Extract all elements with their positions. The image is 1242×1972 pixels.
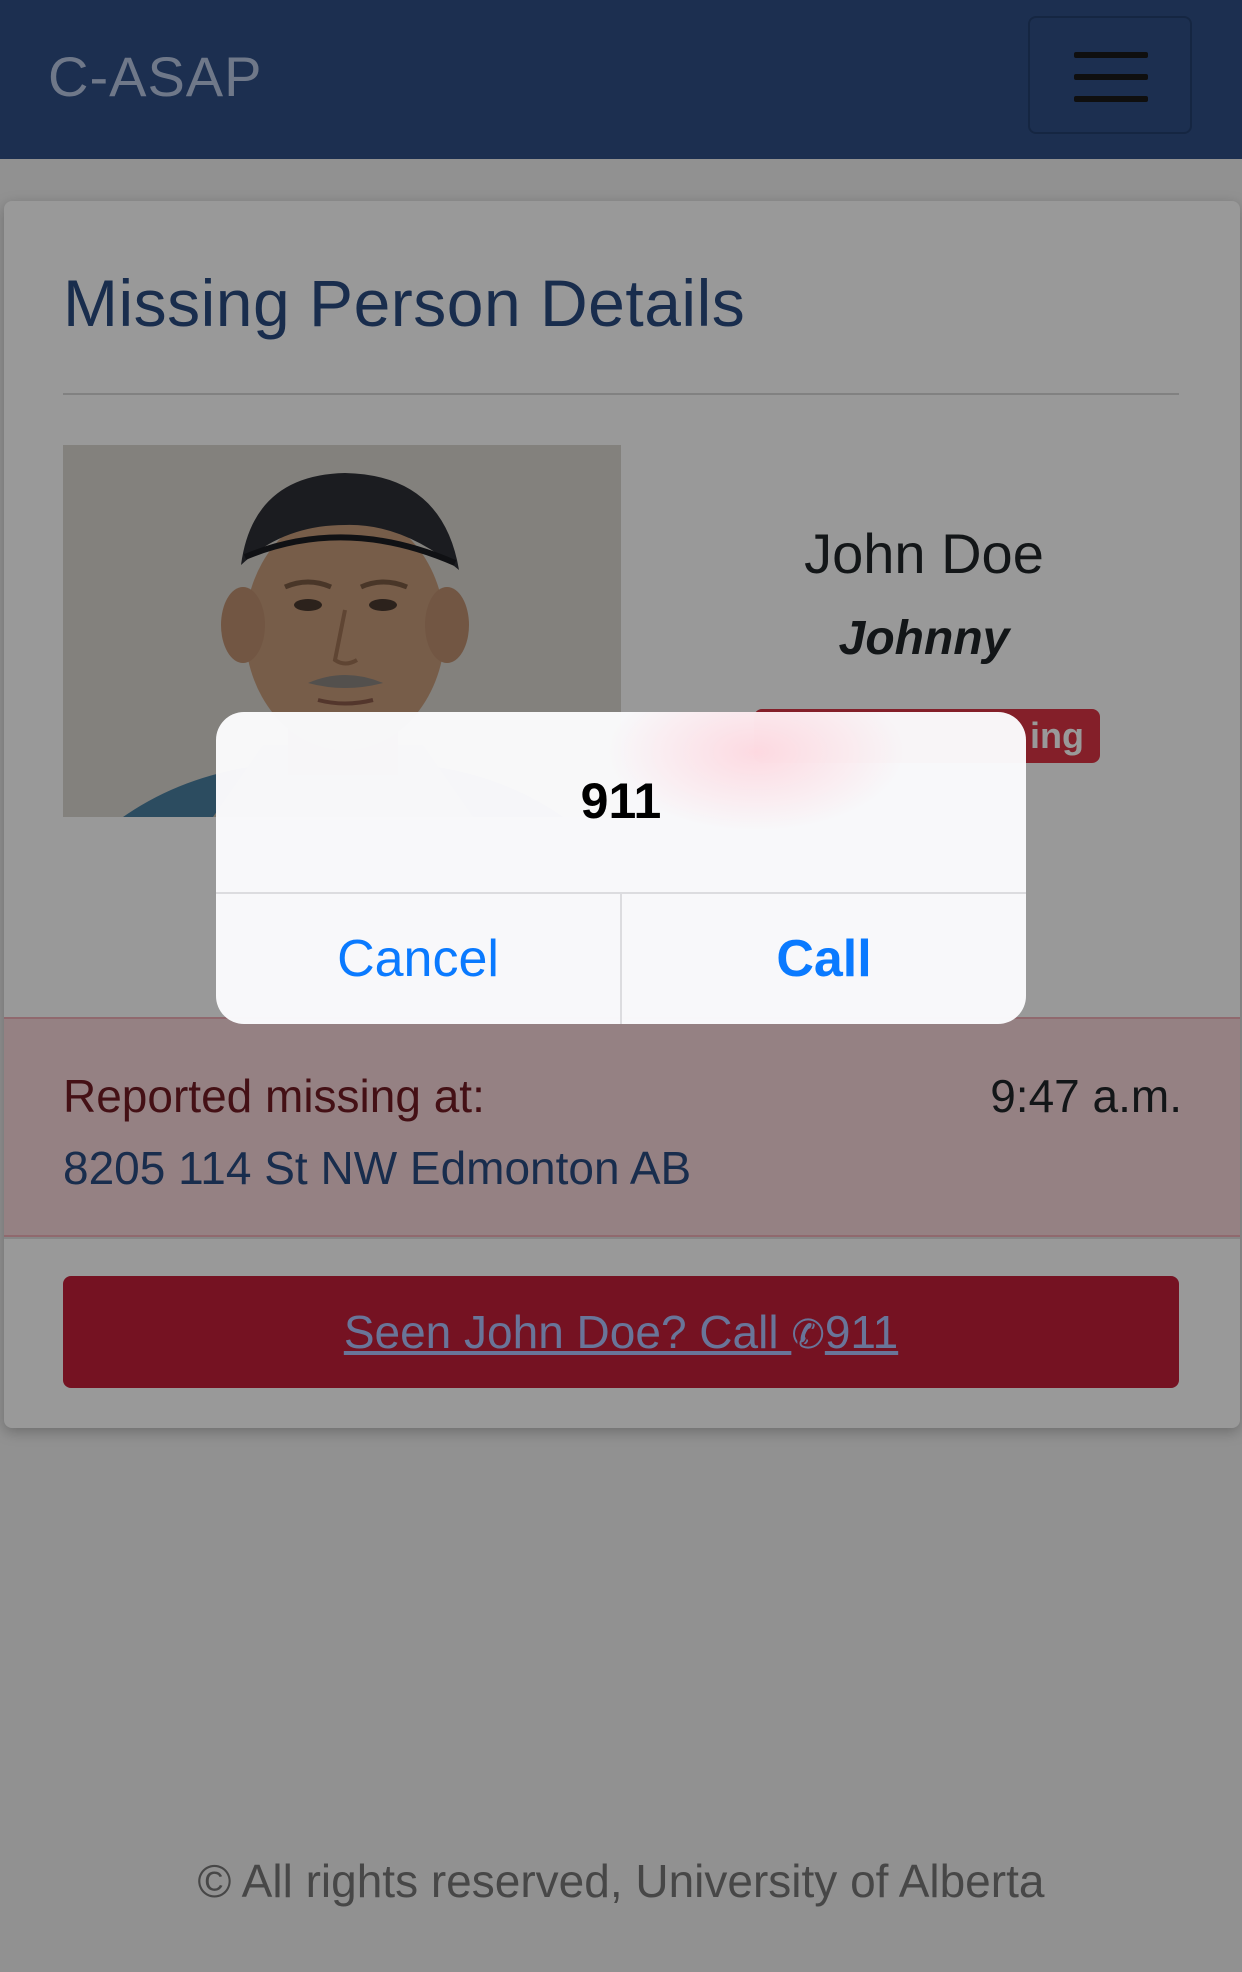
call-confirmation-dialog: 911 Cancel Call: [216, 712, 1026, 1024]
cancel-button[interactable]: Cancel: [216, 894, 620, 1024]
dialog-phone-number: 911: [580, 773, 662, 829]
call-button[interactable]: Call: [622, 894, 1026, 1024]
